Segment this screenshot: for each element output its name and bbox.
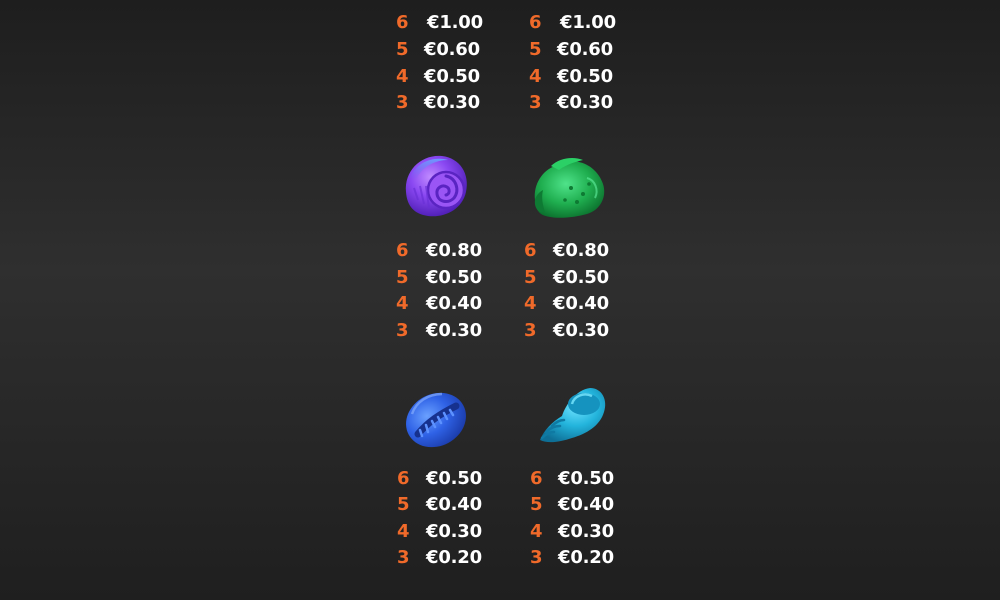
pay-value: €0.30: [557, 92, 613, 113]
pay-value: €0.40: [426, 293, 482, 314]
pay-value: €0.20: [558, 547, 614, 568]
pay-value: €0.30: [553, 320, 609, 341]
pay-count: 6: [530, 468, 543, 489]
pay-value: €0.30: [558, 521, 614, 542]
pay-count: 5: [397, 494, 410, 515]
pay-value: €0.50: [553, 267, 609, 288]
pay-row: 3 €0.30: [524, 319, 654, 343]
pay-row: 5 €0.40: [530, 493, 660, 517]
pay-count: 6: [524, 240, 537, 261]
pay-value: €0.40: [426, 494, 482, 515]
pay-count: 3: [524, 320, 537, 341]
pay-count: 3: [397, 547, 410, 568]
pay-count: 5: [396, 267, 409, 288]
pay-row: 6 €0.50: [530, 467, 660, 491]
pay-row: 4 €0.40: [524, 292, 654, 316]
pay-value: €0.50: [557, 66, 613, 87]
pay-count: 3: [530, 547, 543, 568]
blue-cowrie-shell-icon: [398, 380, 478, 460]
pay-count: 4: [397, 521, 410, 542]
pay-row: 3 €0.20: [530, 546, 660, 570]
pay-count: 6: [529, 12, 542, 33]
pay-count: 5: [530, 494, 543, 515]
pay-value: €0.40: [558, 494, 614, 515]
pay-row: 3 €0.30: [529, 91, 659, 115]
pay-row: 5 €0.40: [397, 493, 527, 517]
pay-value: €0.40: [553, 293, 609, 314]
pay-count: 4: [524, 293, 537, 314]
pay-value: €0.80: [553, 240, 609, 261]
pay-row: 5 €0.60: [529, 38, 659, 62]
pay-row: 4 €0.50: [529, 65, 659, 89]
pay-count: 6: [397, 468, 410, 489]
pay-row: 3 €0.20: [397, 546, 527, 570]
pay-row: 3 €0.30: [396, 319, 526, 343]
pay-count: 4: [530, 521, 543, 542]
pay-count: 4: [529, 66, 542, 87]
pay-count: 3: [396, 92, 409, 113]
pay-row: 5 €0.50: [524, 266, 654, 290]
pay-value: €0.30: [426, 521, 482, 542]
pay-count: 3: [529, 92, 542, 113]
pay-count: 6: [396, 240, 409, 261]
pay-count: 3: [396, 320, 409, 341]
pay-row: 3 €0.30: [396, 91, 526, 115]
pay-row: 4 €0.50: [396, 65, 526, 89]
pay-count: 5: [524, 267, 537, 288]
green-shell-icon: [529, 150, 609, 230]
pay-value: €0.80: [426, 240, 482, 261]
pay-row: 6 €1.00: [529, 11, 659, 35]
pay-value: €1.00: [560, 12, 616, 33]
pay-count: 6: [396, 12, 409, 33]
pay-value: €0.20: [426, 547, 482, 568]
pay-value: €0.50: [424, 66, 480, 87]
purple-snail-shell-icon: [396, 148, 476, 228]
pay-row: 4 €0.40: [396, 292, 526, 316]
pay-row: 6 €0.80: [524, 239, 654, 263]
pay-value: €0.50: [426, 267, 482, 288]
pay-value: €0.60: [424, 39, 480, 60]
pay-row: 5 €0.60: [396, 38, 526, 62]
pay-count: 4: [396, 66, 409, 87]
cyan-conch-shell-icon: [532, 376, 612, 456]
pay-count: 5: [396, 39, 409, 60]
pay-row: 6 €1.00: [396, 11, 526, 35]
pay-count: 5: [529, 39, 542, 60]
pay-row: 6 €0.50: [397, 467, 527, 491]
pay-value: €0.60: [557, 39, 613, 60]
pay-value: €0.50: [426, 468, 482, 489]
pay-row: 4 €0.30: [530, 520, 660, 544]
pay-value: €0.30: [426, 320, 482, 341]
pay-value: €0.50: [558, 468, 614, 489]
pay-value: €1.00: [427, 12, 483, 33]
pay-row: 5 €0.50: [396, 266, 526, 290]
pay-row: 6 €0.80: [396, 239, 526, 263]
pay-count: 4: [396, 293, 409, 314]
paytable: 6 €1.00 5 €0.60 4 €0.50 3 €0.30 6 €1.00 …: [0, 0, 1000, 600]
pay-value: €0.30: [424, 92, 480, 113]
pay-row: 4 €0.30: [397, 520, 527, 544]
